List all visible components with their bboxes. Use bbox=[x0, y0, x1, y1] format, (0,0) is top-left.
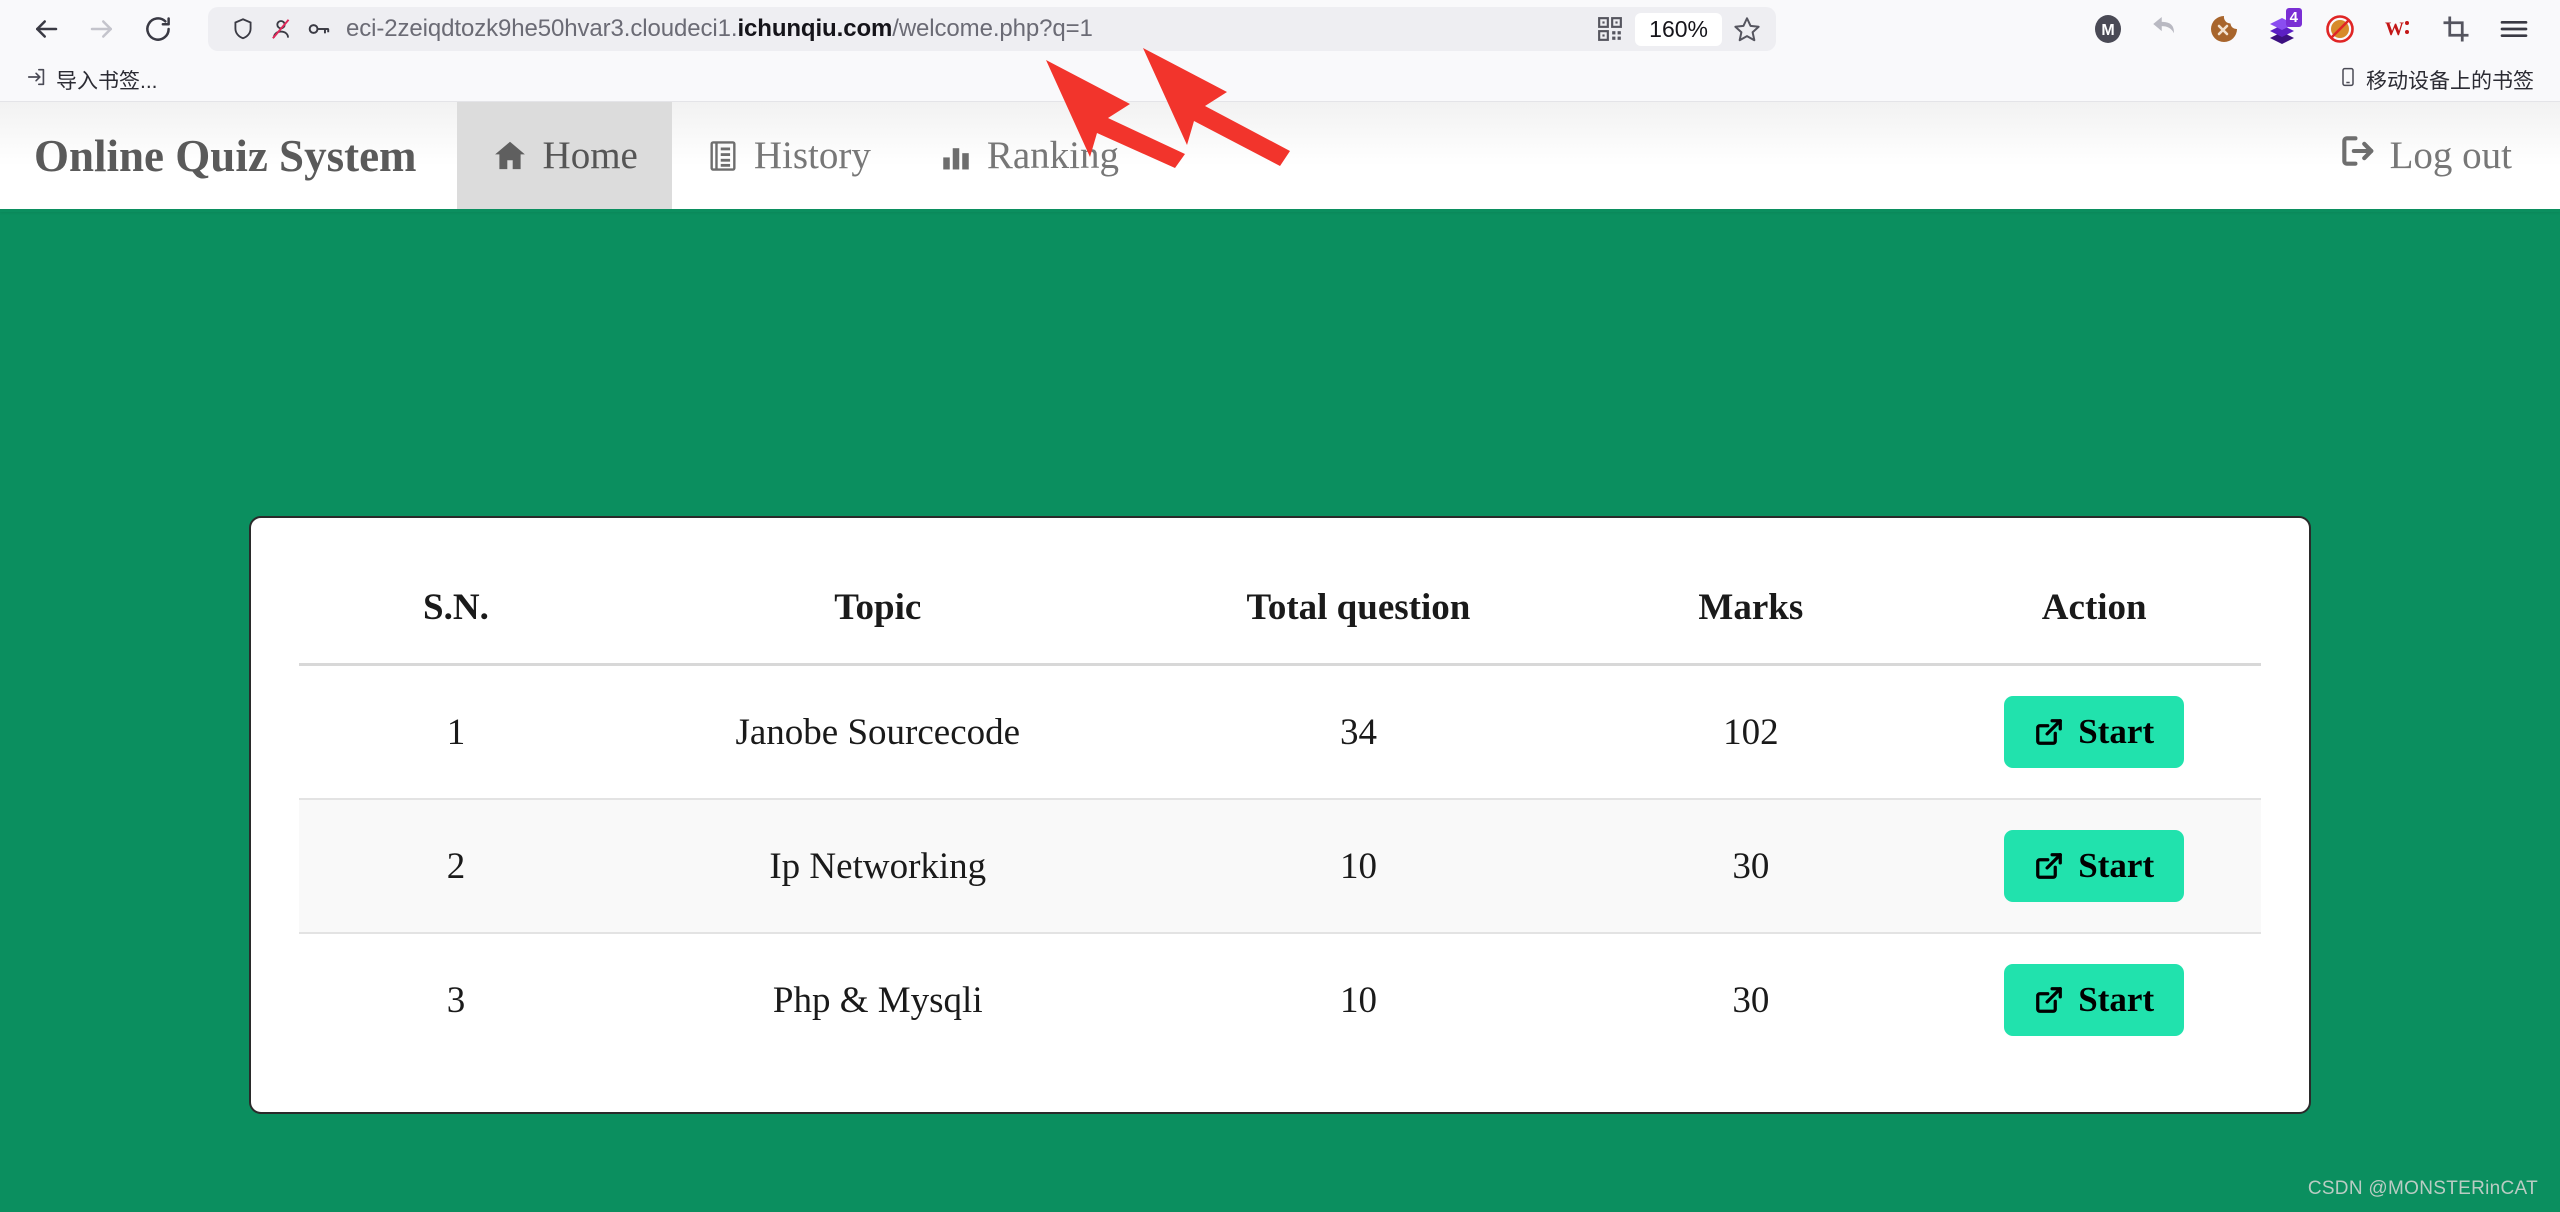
url-bar[interactable]: eci-2zeiqdtozk9he50hvar3.cloudeci1.ichun… bbox=[208, 7, 1776, 51]
cell-topic: Janobe Sourcecode bbox=[612, 664, 1143, 800]
list-icon bbox=[706, 139, 740, 173]
app-menu-icon[interactable] bbox=[2492, 7, 2536, 51]
cell-topic: Php & Mysqli bbox=[772, 979, 983, 1021]
start-button[interactable]: Start bbox=[2004, 964, 2185, 1036]
import-bookmarks-item[interactable]: 导入书签... bbox=[18, 61, 166, 99]
start-button-label: Start bbox=[2078, 712, 2155, 751]
import-bookmarks-icon bbox=[26, 66, 48, 94]
browser-chrome: eci-2zeiqdtozk9he50hvar3.cloudeci1.ichun… bbox=[0, 0, 2560, 102]
external-link-icon bbox=[2034, 851, 2064, 881]
forward-button[interactable] bbox=[74, 1, 130, 57]
key-icon bbox=[300, 10, 338, 48]
external-link-icon bbox=[2034, 985, 2064, 1015]
nav-item-home-label: Home bbox=[542, 134, 638, 177]
import-bookmarks-label: 导入书签... bbox=[56, 69, 158, 93]
back-button[interactable] bbox=[18, 1, 74, 57]
cell-action: Start bbox=[1927, 799, 2261, 934]
url-prefix: eci-2zeiqdtozk9he50hvar3.cloudeci1. bbox=[346, 15, 738, 42]
undo-extension-icon[interactable] bbox=[2144, 7, 2188, 51]
table-row: 1 Janobe Sourcecode 34 102 Start bbox=[299, 664, 2261, 800]
bar-chart-icon bbox=[939, 139, 973, 173]
start-button-label: Start bbox=[2078, 980, 2155, 1019]
start-button[interactable]: Start bbox=[2004, 696, 2185, 768]
zoom-level-indicator[interactable]: 160% bbox=[1635, 12, 1722, 46]
cell-total: 34 bbox=[1142, 664, 1575, 800]
svg-text:W: W bbox=[2385, 19, 2404, 40]
bookmarks-bar: 导入书签... 移动设备上的书签 bbox=[0, 58, 2560, 102]
page-content: Online Quiz System Home History Ranking … bbox=[0, 102, 2560, 1212]
mobile-device-icon bbox=[2338, 66, 2358, 94]
url-host: ichunqiu.com bbox=[737, 15, 893, 42]
mobile-bookmarks-item[interactable]: 移动设备上的书签 bbox=[2330, 61, 2542, 99]
column-header-total: Total question bbox=[1142, 564, 1575, 666]
start-button[interactable]: Start bbox=[2004, 830, 2185, 902]
browser-toolbar: eci-2zeiqdtozk9he50hvar3.cloudeci1.ichun… bbox=[0, 0, 2560, 58]
quiz-card: S.N. Topic Total question Marks Action 1… bbox=[249, 516, 2311, 1114]
url-text[interactable]: eci-2zeiqdtozk9he50hvar3.cloudeci1.ichun… bbox=[346, 15, 1591, 43]
url-suffix: /welcome.php?q=1 bbox=[892, 15, 1093, 42]
reload-button[interactable] bbox=[130, 1, 186, 57]
table-header-row: S.N. Topic Total question Marks Action bbox=[299, 564, 2261, 666]
blocked-extension-icon[interactable] bbox=[2318, 7, 2362, 51]
nav-item-history[interactable]: History bbox=[672, 102, 905, 209]
site-brand[interactable]: Online Quiz System bbox=[0, 102, 457, 209]
watermark: CSDN @MONSTERinCAT bbox=[2307, 1178, 2538, 1199]
cell-marks: 30 bbox=[1732, 979, 1770, 1021]
column-header-topic: Topic bbox=[612, 564, 1143, 666]
sign-out-icon bbox=[2338, 132, 2376, 180]
cell-total: 10 bbox=[1142, 799, 1575, 934]
cell-action: Start bbox=[1927, 933, 2261, 1066]
cookie-extension-icon[interactable] bbox=[2202, 7, 2246, 51]
cell-sn: 2 bbox=[299, 799, 613, 934]
cell-sn: 3 bbox=[446, 979, 466, 1021]
extensions-toolbar: M 4 W bbox=[2086, 7, 2542, 51]
cell-topic: Ip Networking bbox=[612, 799, 1143, 934]
content-area: S.N. Topic Total question Marks Action 1… bbox=[0, 212, 2560, 1114]
site-navbar: Online Quiz System Home History Ranking … bbox=[0, 102, 2560, 212]
column-header-sn: S.N. bbox=[299, 564, 613, 666]
start-button-label: Start bbox=[2078, 846, 2155, 885]
column-header-action: Action bbox=[1927, 564, 2261, 666]
svg-text:M: M bbox=[2101, 22, 2114, 39]
wappalyzer-extension-icon[interactable]: W bbox=[2376, 7, 2420, 51]
nav-item-history-label: History bbox=[753, 134, 871, 177]
table-row: 2 Ip Networking 10 30 Start bbox=[299, 799, 2261, 934]
quiz-table-body: 1 Janobe Sourcecode 34 102 Start 2 Ip Ne… bbox=[299, 664, 2261, 1067]
cell-marks: 30 bbox=[1574, 799, 1928, 934]
extension-badge-count: 4 bbox=[2285, 8, 2302, 27]
cell-total: 10 bbox=[1339, 979, 1377, 1021]
nav-item-home[interactable]: Home bbox=[456, 102, 672, 209]
metamask-extension-icon[interactable]: M bbox=[2086, 7, 2130, 51]
column-header-marks: Marks bbox=[1574, 564, 1928, 666]
mobile-bookmarks-label: 移动设备上的书签 bbox=[2366, 69, 2534, 93]
home-icon bbox=[491, 137, 529, 175]
quiz-table-head: S.N. Topic Total question Marks Action bbox=[299, 564, 2261, 666]
cell-sn: 1 bbox=[299, 664, 613, 800]
cell-action: Start bbox=[1927, 664, 2261, 800]
qr-code-icon[interactable] bbox=[1591, 10, 1629, 48]
cell-marks: 102 bbox=[1574, 664, 1928, 800]
logout-link[interactable]: Log out bbox=[2304, 102, 2560, 209]
nav-item-ranking-label: Ranking bbox=[986, 134, 1120, 177]
table-row: 3 Php & Mysqli 10 30 Start bbox=[299, 933, 2261, 1066]
purple-stack-extension-icon[interactable]: 4 bbox=[2260, 7, 2304, 51]
quiz-table: S.N. Topic Total question Marks Action 1… bbox=[299, 564, 2261, 1066]
shield-icon bbox=[224, 10, 262, 48]
logout-label: Log out bbox=[2389, 134, 2512, 177]
tracker-blocked-icon[interactable] bbox=[262, 10, 300, 48]
external-link-icon bbox=[2034, 717, 2064, 747]
crop-extension-icon[interactable] bbox=[2434, 7, 2478, 51]
star-icon[interactable] bbox=[1728, 10, 1766, 48]
nav-item-ranking[interactable]: Ranking bbox=[905, 102, 1153, 209]
